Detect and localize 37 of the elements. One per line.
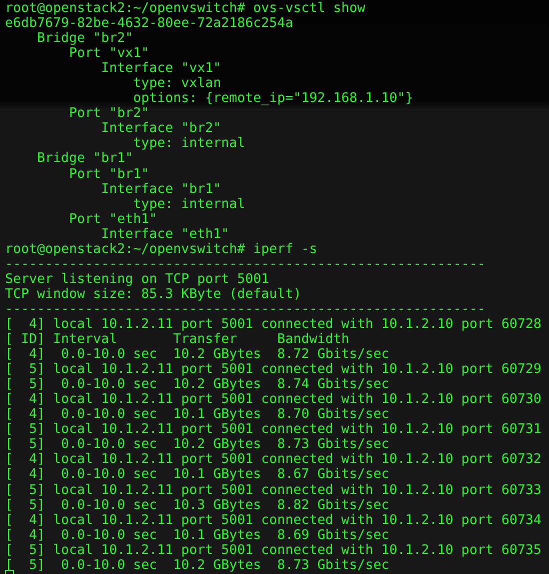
terminal-line: [ 5] local 10.1.2.11 port 5001 connected with 10.1.2.10 port 60735 [5,542,542,558]
terminal-line: e6db7679-82be-4632-80ee-72a2186c254a [5,16,294,32]
terminal-line: Bridge "br1" [36,151,134,167]
terminal-line: [ 5] local 10.1.2.11 port 5001 connected with 10.1.2.10 port 60729 [5,362,542,378]
terminal-line: [ 5] 0.0-10.0 sec 10.3 GBytes 8.82 Gbits/sec [5,498,390,513]
terminal-line: [ 4] 0.0-10.0 sec 10.2 GBytes 8.72 Gbits/sec [5,347,390,362]
terminal-line: [ 5] 0.0-10.0 sec 10.2 GBytes 8.73 Gbits/sec [5,437,390,452]
terminal-line: options: {remote_ip="192.168.1.10"} [132,91,414,106]
terminal-line: Port "vx1" [68,46,150,62]
terminal-line: ------------------------------------------------------------ [5,256,486,272]
terminal-line: Interface "br1" [100,182,222,197]
terminal-line: Port "eth1" [68,212,158,227]
terminal-line: [ 5] 0.0-10.0 sec 10.2 GBytes 8.74 Gbits/sec [5,377,390,392]
terminal-line: TCP window size: 85.3 KByte (default) [5,286,302,302]
terminal-line: [ 4] local 10.1.2.11 port 5001 connected with 10.1.2.10 port 60734 [5,512,542,528]
terminal-line: Server listening on TCP port 5001 [5,272,270,287]
terminal-line: Interface "br2" [100,121,222,136]
terminal-line: root@openstack2:~/openvswitch# ovs-vsctl show [5,1,366,16]
terminal-line: [ 4] local 10.1.2.11 port 5001 connected with 10.1.2.10 port 60730 [5,392,542,408]
terminal-line: type: vxlan [132,76,222,92]
terminal-line: ------------------------------------------------------------ [5,302,486,317]
terminal-line: [ 4] 0.0-10.0 sec 10.1 GBytes 8.67 Gbits/sec [5,467,390,482]
terminal-line: [ 4] 0.0-10.0 sec 10.1 GBytes 8.69 Gbits/sec [5,528,390,543]
terminal-line: Port "br2" [68,106,150,122]
terminal-line: root@openstack2:~/openvswitch# iperf -s [5,242,318,257]
terminal-line: [ 5] local 10.1.2.11 port 5001 connected with 10.1.2.10 port 60733 [5,482,542,498]
terminal-line: [ 4] local 10.1.2.11 port 5001 connected with 10.1.2.10 port 60732 [5,452,542,468]
terminal-line: [ 4] 0.0-10.0 sec 10.1 GBytes 8.70 Gbits/sec [5,407,390,422]
terminal-line: Bridge "br2" [36,31,134,46]
terminal-line: Interface "eth1" [100,226,230,242]
terminal-line: [ 4] local 10.1.2.11 port 5001 connected with 10.1.2.10 port 60728 [5,316,542,332]
terminal-line: type: internal [132,136,246,152]
terminal-line: [ 5] local 10.1.2.11 port 5001 connected with 10.1.2.10 port 60731 [5,422,542,438]
terminal-line: [ ID] Interval Transfer Bandwidth [5,332,350,348]
terminal-line: Port "br1" [68,166,150,182]
terminal-line: type: internal [132,196,246,212]
terminal-line: Interface "vx1" [100,61,222,76]
